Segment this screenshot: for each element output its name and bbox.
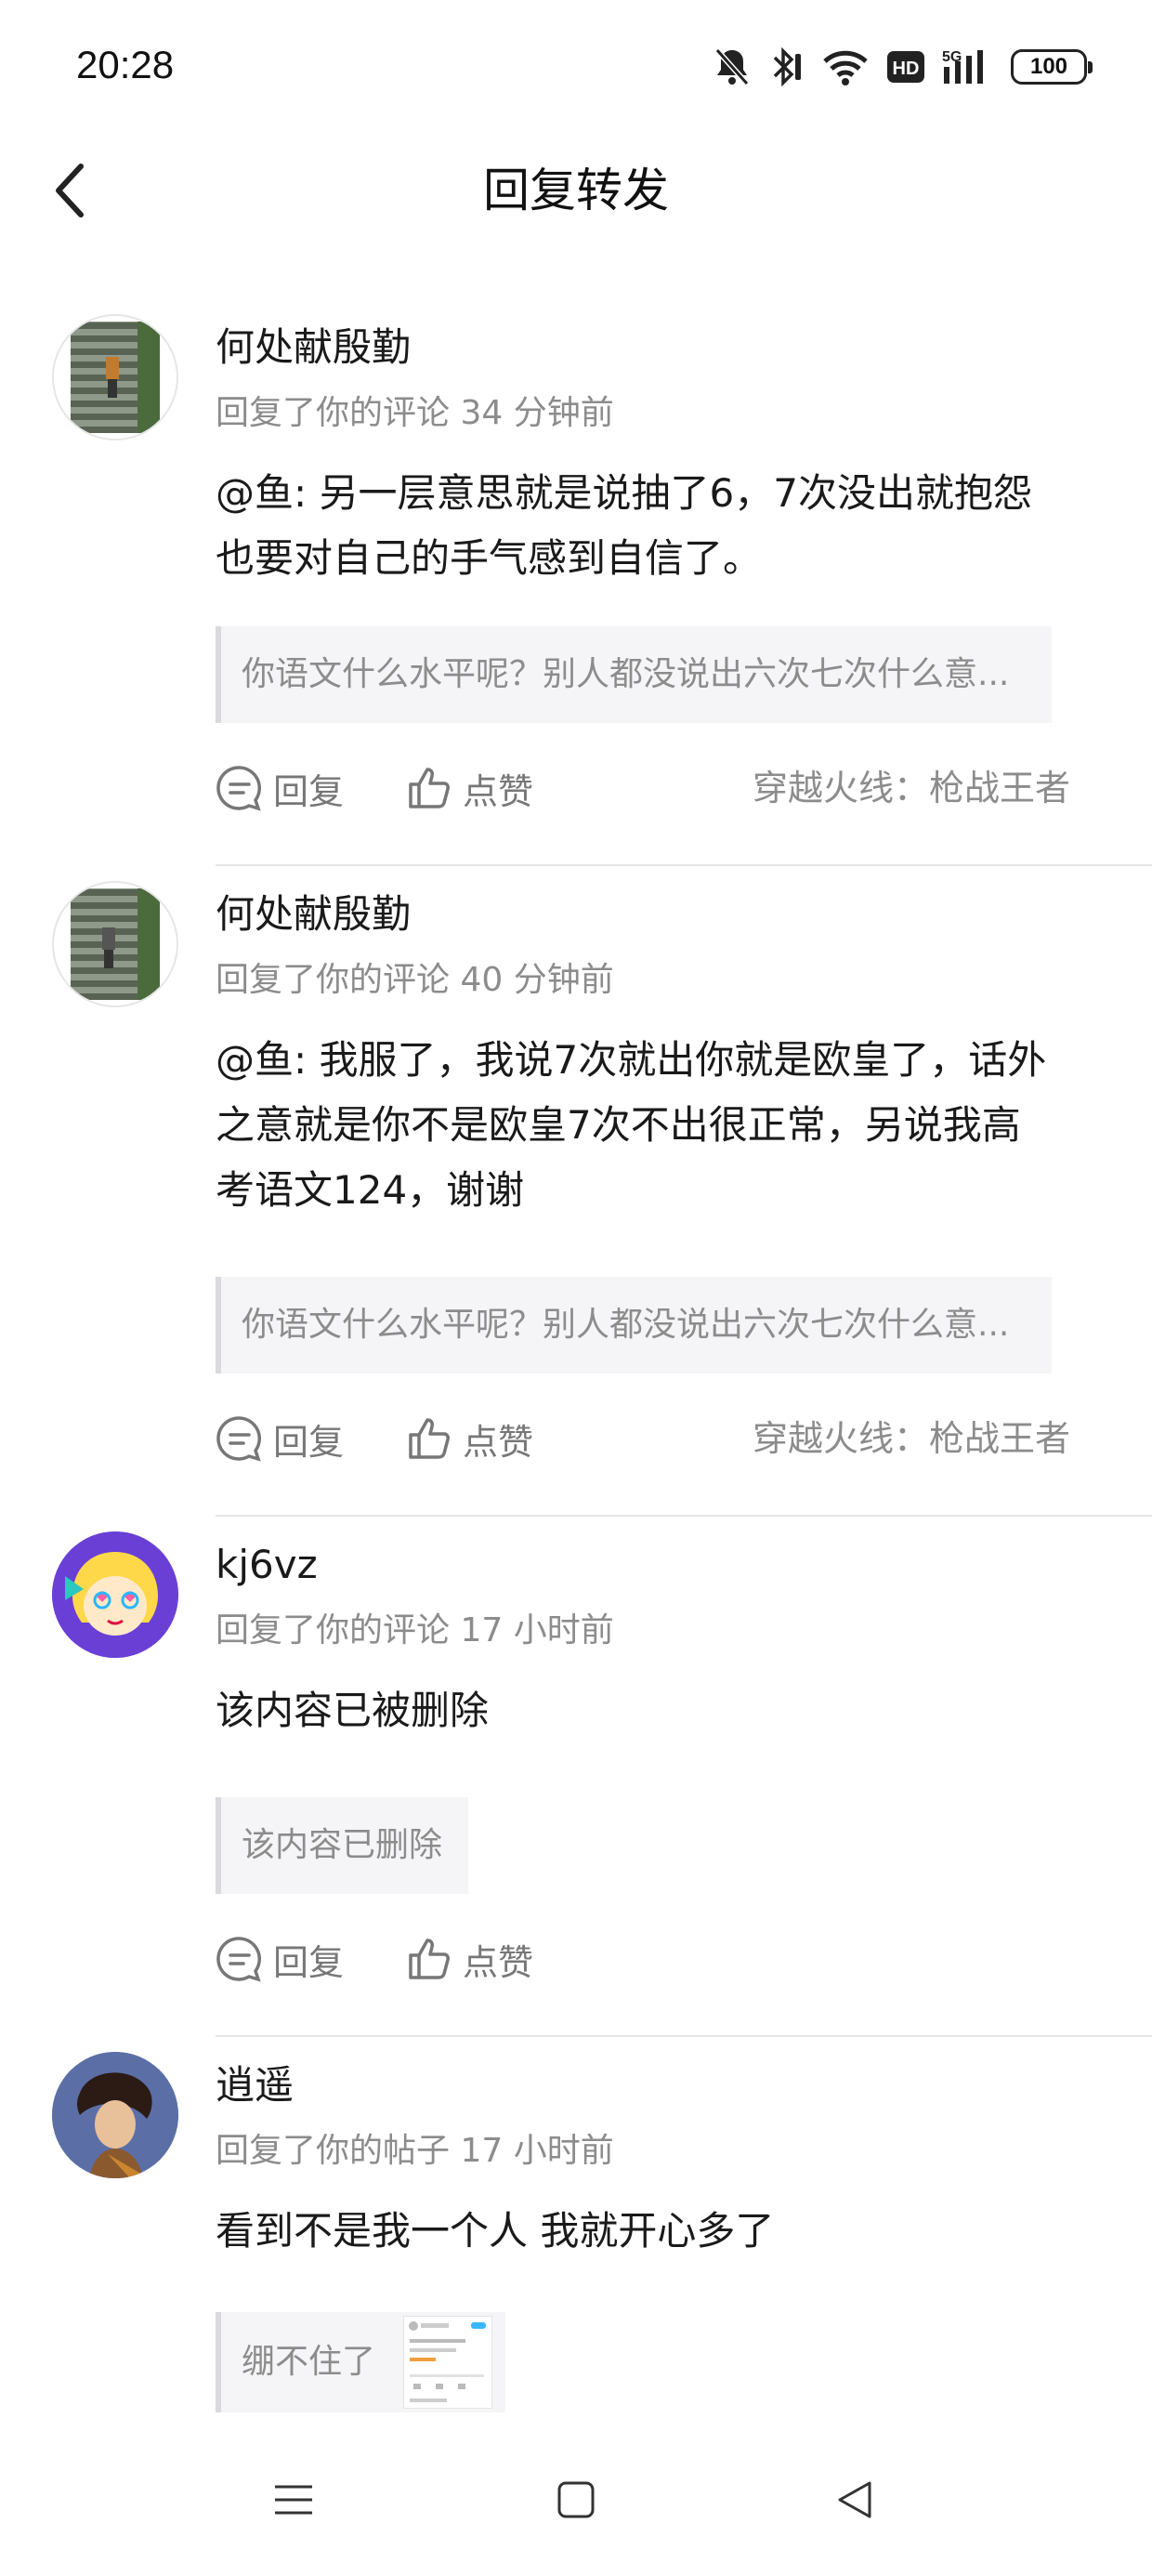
reply-label: 回复 [273,1421,345,1463]
thumbs-up-icon [409,768,450,808]
quoted-comment[interactable]: 你语文什么水平呢？别人都没说出六次七次什么意... [216,1277,1052,1373]
reply-meta: 回复了你的评论 40 分钟前 [216,961,614,999]
quoted-comment[interactable]: 你语文什么水平呢？别人都没说出六次七次什么意... [216,626,1052,723]
thumbs-up-icon [409,1939,450,1979]
like-label: 点赞 [463,770,534,812]
like-button[interactable]: 点赞 [405,760,533,816]
like-button[interactable]: 点赞 [405,1931,533,1987]
reply-label: 回复 [273,770,345,812]
battery-icon: 100 [1011,49,1093,85]
hd-icon: HD [886,50,925,84]
svg-text:HD: HD [893,59,920,79]
reply-meta: 回复了你的评论 17 小时前 [216,1611,614,1649]
quoted-comment[interactable]: 该内容已删除 [216,1797,468,1894]
action-bar: 回复 点赞 [216,1931,1070,1987]
status-time: 20:28 [76,43,175,86]
username[interactable]: 何处献殷勤 [216,888,411,940]
back-triangle-icon [838,2481,871,2518]
like-label: 点赞 [463,1941,534,1983]
avatar[interactable] [52,1531,178,1658]
like-button[interactable]: 点赞 [405,1411,533,1466]
nav-bar: 回复转发 [0,139,1152,242]
action-bar: 回复 点赞 穿越火线：枪战王者 [216,1411,1070,1466]
action-bar: 回复 点赞 穿越火线：枪战王者 [216,760,1070,816]
quoted-post-text: 绷不住了 [242,2343,376,2381]
system-nav-bar [0,2416,1152,2576]
wifi-icon [821,46,870,87]
avatar[interactable] [52,314,178,440]
status-bar: 20:28 HD 5G 100 [0,0,1152,130]
reply-text[interactable]: 看到不是我一个人 我就开心多了 [216,2199,1052,2264]
comment-icon [216,1937,261,1982]
like-label: 点赞 [463,1421,534,1463]
source-link[interactable]: 穿越火线：枪战王者 [753,760,1070,816]
menu-icon [275,2485,312,2515]
thumbs-up-icon [409,1418,450,1459]
reply-text[interactable]: 该内容已被删除 [216,1678,1052,1743]
status-icons: HD 5G 100 [713,39,1093,95]
quoted-post-thumbnail [403,2316,492,2409]
signal-5g-icon: 5G [942,46,994,87]
menu-button[interactable] [256,2463,331,2537]
avatar[interactable] [52,2052,178,2178]
home-button[interactable] [539,2463,613,2537]
divider [216,1515,1152,1517]
back-nav-button[interactable] [818,2463,892,2537]
reply-text[interactable]: @鱼: 另一层意思就是说抽了6，7次没出就抱怨也要对自己的手气感到自信了。 [216,461,1052,591]
username[interactable]: 逍遥 [216,2059,294,2111]
comment-icon [216,1416,261,1462]
divider [216,864,1152,866]
source-link[interactable]: 穿越火线：枪战王者 [753,1411,1070,1466]
username[interactable]: kj6vz [216,1539,318,1591]
reply-button[interactable]: 回复 [216,760,344,816]
bluetooth-icon [767,46,805,87]
reply-meta: 回复了你的评论 34 分钟前 [216,394,614,432]
page-title: 回复转发 [483,164,669,217]
reply-button[interactable]: 回复 [216,1411,344,1466]
reply-meta: 回复了你的帖子 17 小时前 [216,2132,614,2170]
reply-label: 回复 [273,1941,345,1983]
home-square-icon [557,2481,595,2518]
mute-bell-icon [713,46,751,87]
reply-button[interactable]: 回复 [216,1931,344,1987]
username[interactable]: 何处献殷勤 [216,322,411,374]
reply-text[interactable]: @鱼: 我服了，我说7次就出你就是欧皇了，话外之意就是你不是欧皇7次不出很正常，… [216,1028,1052,1223]
divider [216,2035,1152,2037]
quoted-post[interactable]: 绷不住了 [216,2312,505,2412]
comment-icon [216,766,261,811]
avatar[interactable] [52,881,178,1007]
